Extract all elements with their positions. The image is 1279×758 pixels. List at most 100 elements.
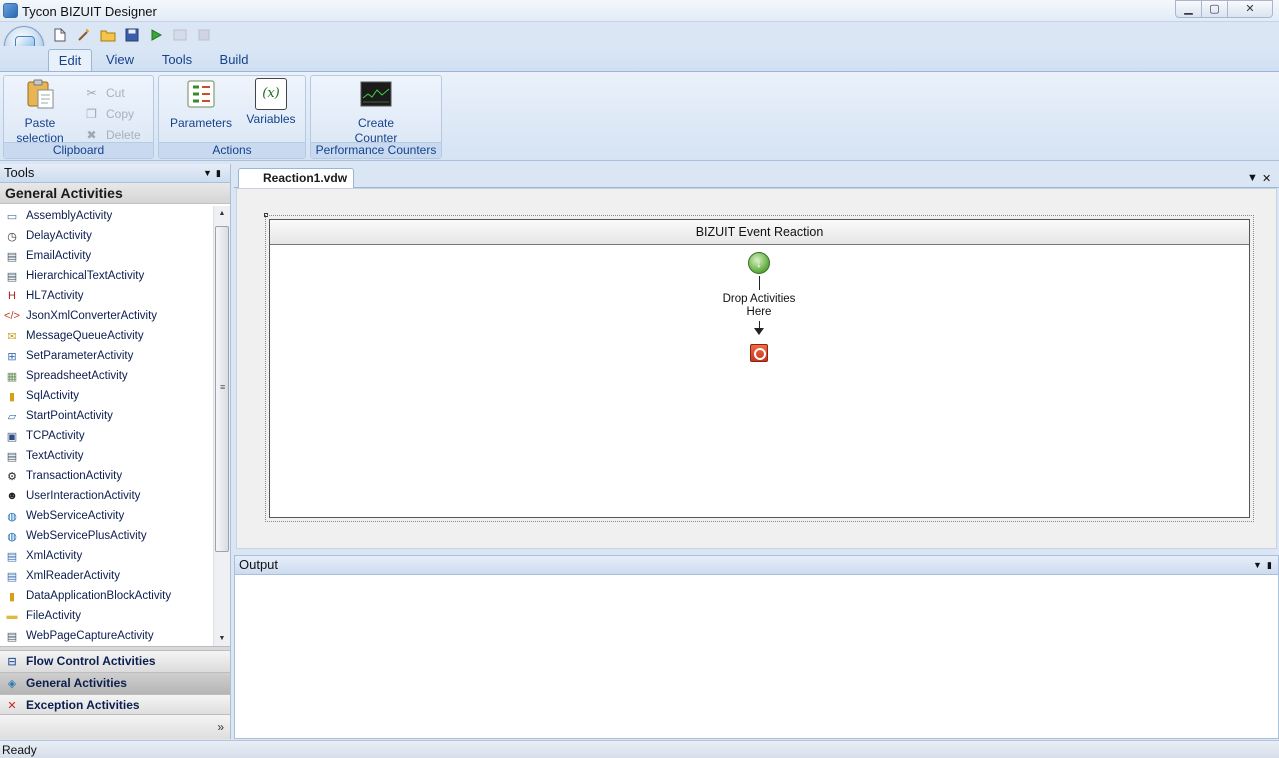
ribbon: Paste selection ✂ Cut ❐ Copy ✖ Delete Cl… (0, 71, 1279, 161)
cut-button[interactable]: ✂ Cut (84, 83, 125, 102)
activity-item[interactable]: ▤ XmlReaderActivity (0, 566, 214, 586)
tab-edit[interactable]: Edit (48, 49, 92, 72)
scroll-down-arrow-icon[interactable]: ▼ (214, 631, 230, 647)
tab-tools[interactable]: Tools (154, 49, 200, 72)
activity-label: WebServicePlusActivity (26, 530, 147, 542)
activity-label: TCPActivity (26, 430, 85, 442)
activity-item[interactable]: </> JsonXmlConverterActivity (0, 306, 214, 326)
activity-label: DelayActivity (26, 230, 92, 242)
activity-item[interactable]: ⊞ SetParameterActivity (0, 346, 214, 366)
envelope-icon: ✉ (7, 330, 17, 343)
activity-item[interactable]: ☻ UserInteractionActivity (0, 486, 214, 506)
end-node-icon[interactable] (750, 344, 768, 362)
category-label: Exception Activities (26, 698, 140, 712)
maximize-button[interactable]: ▢ (1201, 0, 1228, 18)
new-file-icon[interactable] (50, 26, 70, 44)
activity-item[interactable]: ▮ SqlActivity (0, 386, 214, 406)
performance-counter-icon (360, 81, 392, 107)
activity-item[interactable]: ▤ XmlActivity (0, 546, 214, 566)
database-icon: ▮ (8, 390, 16, 403)
startpoint-icon: ▱ (7, 410, 17, 423)
category-label: General Activities (26, 676, 127, 690)
document-area: Reaction1.vdw ▼ ✕ BIZUIT Event Reaction … (234, 164, 1279, 552)
drop-text-line1: Drop Activities (722, 293, 796, 305)
activity-item[interactable]: ▤ EmailActivity (0, 246, 214, 266)
save-icon[interactable] (122, 26, 142, 44)
tab-list-dropdown-icon[interactable]: ▼ (1247, 172, 1258, 184)
pin-icon[interactable]: ▮ (1267, 556, 1272, 574)
xml-icon: ▤ (6, 570, 18, 583)
activity-label: XmlReaderActivity (26, 570, 120, 582)
activity-item[interactable]: H HL7Activity (0, 286, 214, 306)
scissors-icon: ✂ (86, 85, 97, 100)
create-counter-button[interactable]: Create Counter (344, 78, 408, 146)
category-flow-control[interactable]: ⊟ Flow Control Activities (0, 650, 230, 672)
activity-item[interactable]: ▱ StartPointActivity (0, 406, 214, 426)
database-icon: ▮ (8, 590, 16, 603)
activity-item[interactable]: ▤ TextActivity (0, 446, 214, 466)
variables-button[interactable]: (x) Variables (241, 78, 301, 127)
parameters-button[interactable]: Parameters (167, 78, 235, 131)
start-node-icon[interactable]: ↓ (748, 252, 770, 274)
tools-panel-footer: » (0, 714, 230, 739)
activity-label: DataApplicationBlockActivity (26, 590, 172, 602)
workflow-selection-border: BIZUIT Event Reaction ↓ Drop Activities … (265, 215, 1254, 522)
pin-icon[interactable]: ▮ (216, 164, 221, 182)
xml-icon: ▤ (6, 550, 18, 563)
panel-dropdown-icon[interactable]: ▼ (1253, 556, 1262, 574)
connector-line (759, 276, 760, 290)
activity-label: WebPageCaptureActivity (26, 630, 154, 642)
performance-counters-group-label: Performance Counters (311, 142, 441, 158)
activity-list-scrollbar[interactable]: ▲ ≡ ▼ (213, 206, 230, 647)
tab-build[interactable]: Build (212, 49, 256, 72)
minimize-button[interactable]: ▁ (1175, 0, 1202, 18)
clipboard-group: Paste selection ✂ Cut ❐ Copy ✖ Delete Cl… (3, 75, 154, 159)
scroll-up-arrow-icon[interactable]: ▲ (214, 206, 230, 222)
activity-item[interactable]: ✉ MessageQueueActivity (0, 326, 214, 346)
cut-label: Cut (106, 85, 125, 100)
copy-button[interactable]: ❐ Copy (84, 104, 134, 123)
activity-item[interactable]: ◷ DelayActivity (0, 226, 214, 246)
activity-item[interactable]: ◍ WebServicePlusActivity (0, 526, 214, 546)
activity-item[interactable]: ▤ HierarchicalTextActivity (0, 266, 214, 286)
paste-selection-button[interactable]: Paste selection (12, 78, 68, 146)
category-exception[interactable]: ✕ Exception Activities (0, 694, 230, 716)
activity-item[interactable]: ◍ WebServiceActivity (0, 506, 214, 526)
globe-icon: ◍ (7, 530, 17, 543)
expand-chevron-icon[interactable]: » (217, 720, 224, 734)
variables-icon: (x) (255, 78, 287, 110)
drop-activities-target[interactable]: Drop Activities Here (700, 293, 818, 319)
clipboard-group-label: Clipboard (4, 142, 153, 158)
activity-item[interactable]: ▣ TCPActivity (0, 426, 214, 446)
app-icon (3, 3, 18, 18)
tools-panel-header: Tools ▼ ▮ (0, 164, 230, 183)
close-window-button[interactable]: ✕ (1227, 0, 1273, 18)
category-general[interactable]: ◈ General Activities (0, 672, 230, 694)
document-tab-strip: Reaction1.vdw ▼ ✕ (234, 167, 1279, 189)
panel-dropdown-icon[interactable]: ▼ (203, 164, 212, 182)
delete-icon: ✖ (86, 127, 97, 142)
stop-icon[interactable] (194, 26, 214, 44)
activity-label: HL7Activity (26, 290, 84, 302)
activity-item[interactable]: ▮ DataApplicationBlockActivity (0, 586, 214, 606)
activity-item[interactable]: ▬ FileActivity (0, 606, 214, 626)
step-icon[interactable] (170, 26, 190, 44)
drop-text-line2: Here (746, 306, 772, 318)
magic-wand-icon[interactable] (74, 26, 94, 44)
close-document-icon[interactable]: ✕ (1262, 172, 1271, 185)
activity-item[interactable]: ▭ AssemblyActivity (0, 206, 214, 226)
parameter-icon: ⊞ (7, 350, 17, 363)
activity-item[interactable]: ▦ SpreadsheetActivity (0, 366, 214, 386)
paste-label-line1: Paste (24, 116, 56, 130)
activity-item[interactable]: ▤ WebPageCaptureActivity (0, 626, 214, 646)
activity-item[interactable]: ⚙ TransactionActivity (0, 466, 214, 486)
scrollbar-thumb[interactable]: ≡ (215, 226, 229, 552)
tab-reaction1[interactable]: Reaction1.vdw (238, 168, 354, 189)
run-icon[interactable] (146, 26, 166, 44)
output-text-area[interactable] (235, 576, 1278, 738)
workflow-designer[interactable]: BIZUIT Event Reaction ↓ Drop Activities … (269, 219, 1250, 518)
workflow-canvas[interactable]: BIZUIT Event Reaction ↓ Drop Activities … (236, 188, 1277, 549)
tab-view[interactable]: View (98, 49, 142, 72)
parameters-icon (187, 80, 215, 108)
open-folder-icon[interactable] (98, 26, 118, 44)
